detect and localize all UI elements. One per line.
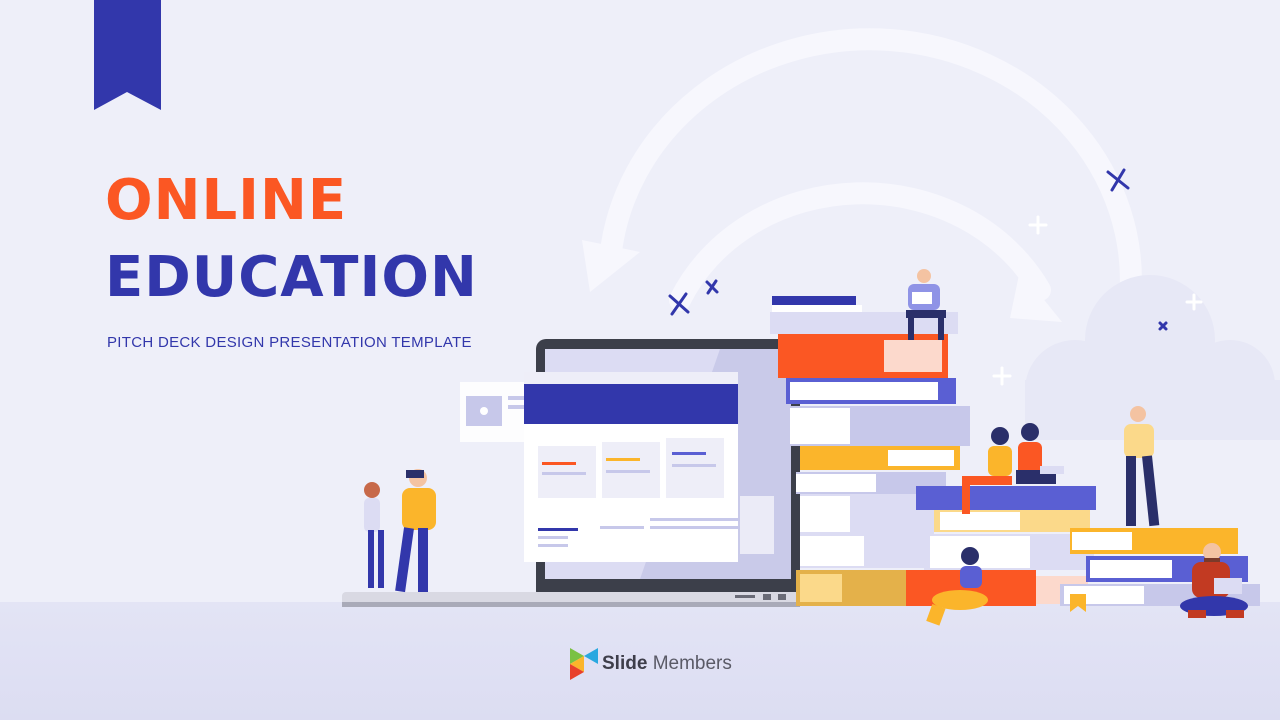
dashboard-window: [524, 372, 774, 562]
person-standing-woman: [364, 482, 384, 588]
triangle-logo-icon: [570, 648, 598, 680]
brand-name-bold: Slide: [602, 653, 648, 674]
slide-canvas: ONLINE EDUCATION PITCH DECK DESIGN PRESE…: [0, 0, 1280, 720]
title-online: ONLINE: [105, 168, 348, 233]
arrow-head-left: [582, 240, 640, 292]
person-standing-man: [395, 469, 436, 593]
brand-name: Slide Members: [602, 653, 732, 675]
title-education: EDUCATION: [105, 245, 478, 310]
refresh-arrows-icon: [599, 28, 1142, 311]
brand-name-regular: Members: [652, 653, 732, 674]
subtitle: PITCH DECK DESIGN PRESENTATION TEMPLATE: [107, 334, 472, 351]
education-illustration: [342, 28, 1280, 626]
brand-logo: Slide Members: [568, 646, 732, 682]
cloud-icon: [1025, 275, 1280, 440]
